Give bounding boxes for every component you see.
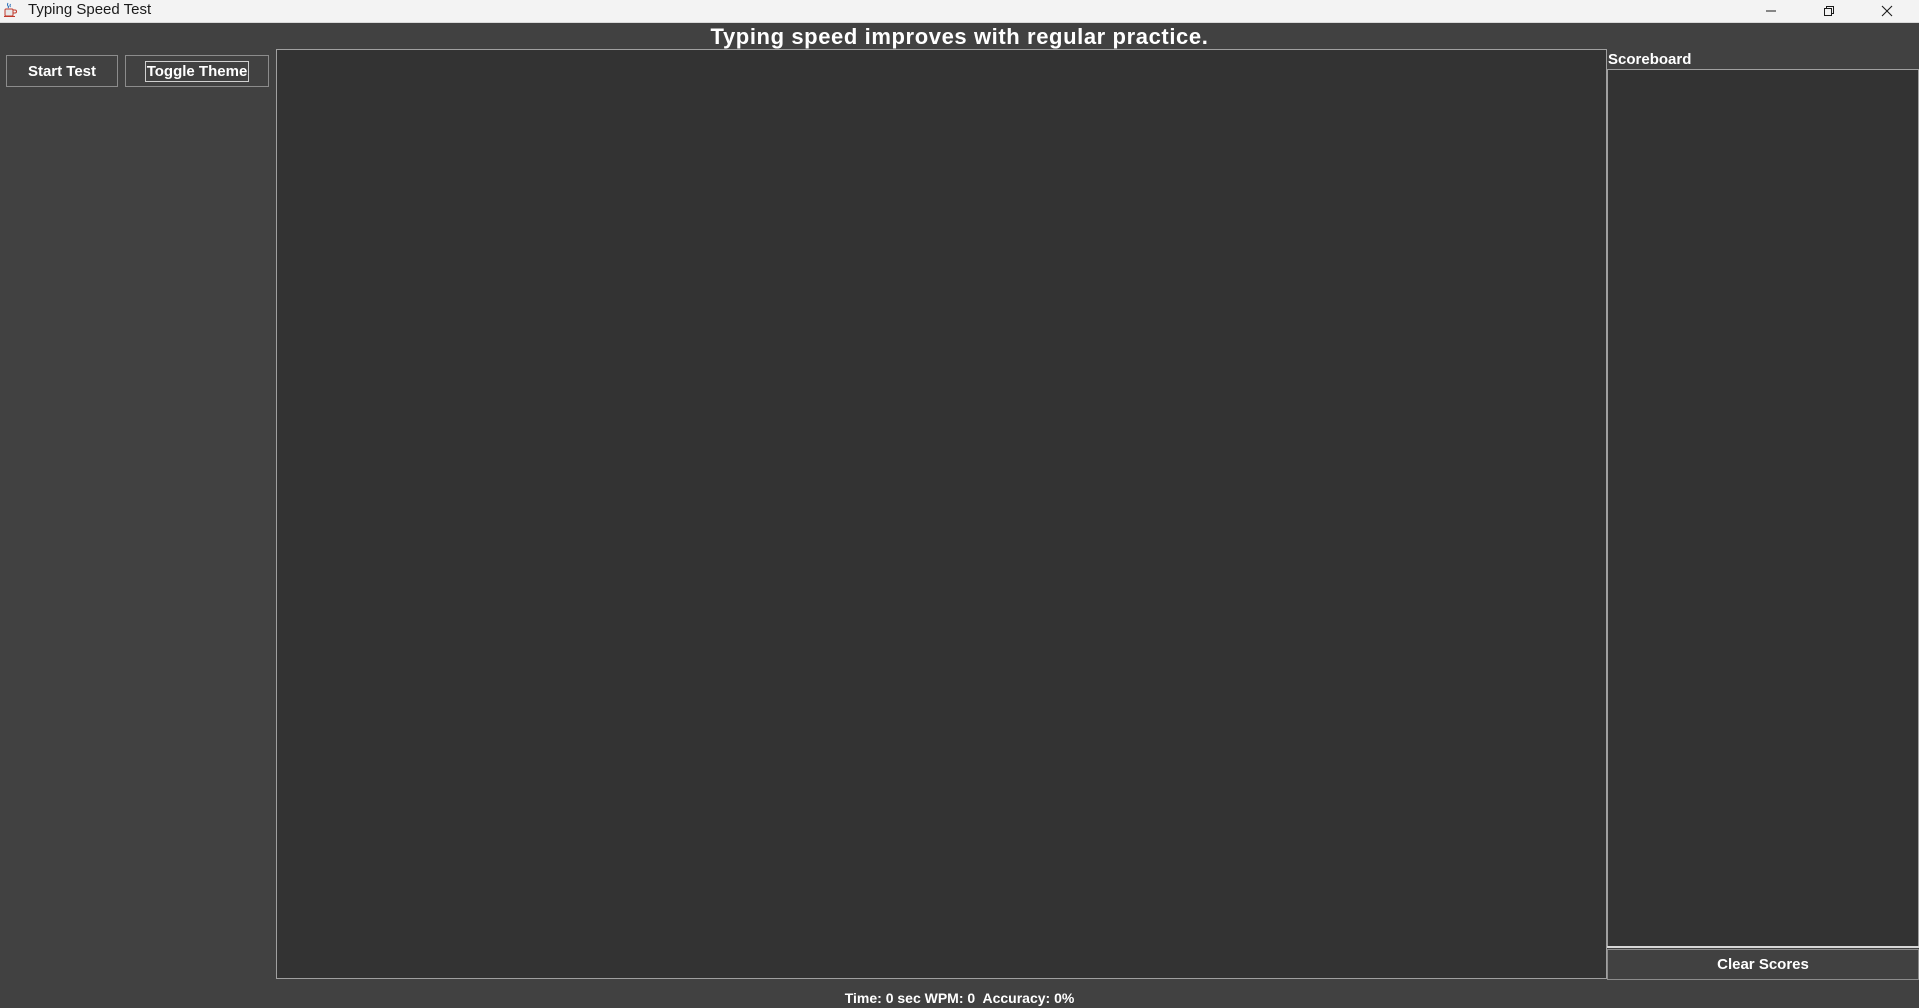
title-bar[interactable]: Typing Speed Test [0,0,1919,23]
time-unit: sec [897,990,921,1006]
java-cup-icon [2,2,18,18]
accuracy-value: 0% [1054,990,1075,1006]
scoreboard-title: Scoreboard [1608,51,1692,68]
minimize-icon [1765,5,1777,17]
scoreboard-divider [1607,946,1919,948]
target-sentence: Typing speed improves with regular pract… [710,24,1209,49]
app-window: Typing Speed Test Typing speed improves … [0,0,1919,1008]
restore-button[interactable] [1800,0,1858,22]
close-button[interactable] [1858,0,1916,22]
toggle-theme-button[interactable]: Toggle Theme [125,55,269,87]
time-value: 0 [885,990,894,1006]
scoreboard-list[interactable] [1607,69,1919,947]
close-icon [1881,5,1893,17]
accuracy-label: Accuracy: [982,990,1051,1006]
clear-scores-button[interactable]: Clear Scores [1607,949,1919,980]
window-title: Typing Speed Test [28,1,152,18]
wpm-value: 0 [967,990,976,1006]
minimize-button[interactable] [1742,0,1800,22]
status-bar: Time: 0 sec WPM: 0 Accuracy: 0% [276,988,1643,1008]
wpm-label: WPM: [924,990,964,1006]
time-label: Time: [844,990,882,1006]
toggle-theme-label: Toggle Theme [144,60,250,82]
restore-icon [1823,5,1835,17]
typing-input[interactable] [276,49,1607,979]
start-test-button[interactable]: Start Test [6,55,118,87]
